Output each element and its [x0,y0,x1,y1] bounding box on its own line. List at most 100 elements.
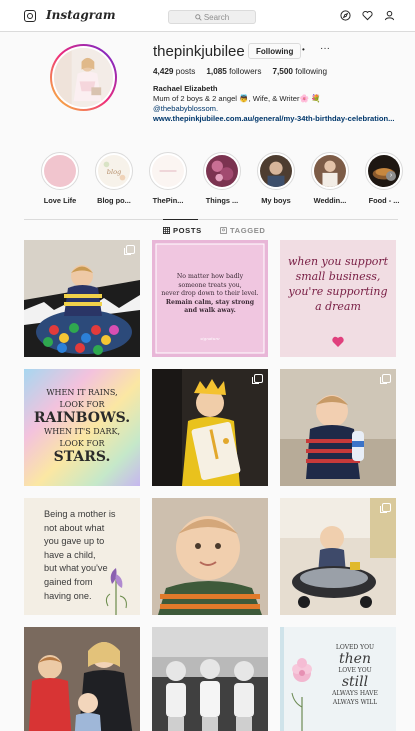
highlight-ring: blog [95,152,133,190]
highlight-blog-posts[interactable]: blog Blog po... [90,152,138,205]
instagram-logo[interactable]: Instagram [46,8,116,22]
post-tile[interactable]: WHEN IT RAINS, LOOK FOR RAINBOWS. WHEN I… [24,369,140,486]
highlight-things[interactable]: Things ... [198,152,246,205]
post-photo-three-kids [152,627,268,731]
quote-line: Being a mother is [44,509,116,519]
quote-line: someone treats you, [178,281,242,289]
highlight-love-life[interactable]: Love Life [36,152,84,205]
quote-line: you're supporting [288,285,388,298]
highlight-cover [206,155,238,187]
post-tile[interactable]: signature No matter how badly someone tr… [152,240,268,357]
post-tile[interactable] [280,498,396,615]
quote-line: you gave up to [44,536,105,547]
posts-label: posts [175,67,196,76]
quote-line: still [341,674,369,690]
highlight-label: Things ... [205,196,239,205]
post-tile[interactable] [280,369,396,486]
quote-line: when you support [287,255,389,268]
post-tile[interactable] [152,369,268,486]
following-count: 7,500 [272,67,293,76]
quote-line: but what you've [44,563,108,574]
highlight-cover: blog [98,155,130,187]
highlight-ring [311,152,349,190]
highlight-ring [41,152,79,190]
quote-line: have a child, [44,549,96,560]
post-tile[interactable] [152,627,268,731]
followers-stat[interactable]: 1,085 followers [206,67,261,76]
highlight-label: Weddin... [313,196,347,205]
quote-line: STARS. [53,449,111,465]
highlight-cover [260,155,292,187]
profile-full-name: Rachael Elizabeth [153,84,218,93]
profile-avatar-ring[interactable] [50,44,117,111]
quote-line: WHEN IT'S DARK, [43,427,121,436]
quote-line: ALWAYS WILL [332,699,378,706]
highlight-cover [152,155,184,187]
heart-icon[interactable] [362,10,373,21]
profile-bio: Rachael Elizabeth Mum of 2 boys & 2 ange… [153,84,398,124]
post-tile[interactable] [24,240,140,357]
multiple-photos-icon [124,245,135,255]
quote-line: No matter how badly [176,273,244,280]
tab-tagged[interactable]: TAGGED [220,226,266,235]
post-quote-text: when you support small business, you're … [280,254,396,314]
post-tile[interactable] [152,498,268,615]
tabs-divider [24,219,398,220]
post-tile[interactable]: Being a mother is not about what you gav… [24,498,140,615]
tag-icon [220,227,227,234]
active-tab-indicator [163,219,198,220]
multiple-photos-icon [252,374,263,384]
search-placeholder: Search [203,12,230,22]
profile-avatar-frame [52,46,115,109]
dropdown-dot-button[interactable]: • [302,45,305,54]
multiple-photos-icon [380,374,391,384]
highlight-label: Food - ... [368,196,400,205]
search-input[interactable]: Search [168,10,256,24]
quote-line: never drop down to their level. [161,290,259,298]
posts-count: 4,429 [153,67,174,76]
highlight-ring [257,152,295,190]
quote-line: a dream [315,300,361,313]
post-quote-text: WHEN IT RAINS, LOOK FOR RAINBOWS. WHEN I… [24,387,140,465]
avatar-photo [54,48,113,107]
following-stat[interactable]: 7,500 following [272,67,327,76]
bio-website-link[interactable]: www.thepinkjubilee.com.au/general/my-34t… [153,114,398,124]
followers-count: 1,085 [206,67,227,76]
more-options-button[interactable]: ··· [320,43,330,54]
post-quote-text: LOVED YOU then LOVE YOU still ALWAYS HAV… [320,643,390,707]
post-tile[interactable]: LOVED YOU then LOVE YOU still ALWAYS HAV… [280,627,396,731]
quote-line: ALWAYS HAVE [332,690,378,697]
highlight-food[interactable]: Food - ... [360,152,408,205]
post-tile[interactable] [24,627,140,731]
quote-line: WHEN IT RAINS, [46,388,118,397]
highlight-cover [44,155,76,187]
compass-icon[interactable] [340,10,351,21]
instagram-camera-icon[interactable] [24,10,36,22]
highlight-ring [365,152,403,190]
quote-line: gained from [44,576,93,587]
bio-mention-link[interactable]: @thebabyblossom. [153,104,398,114]
post-photo-baby-walker [280,498,396,615]
quote-line: RAINBOWS. [33,410,131,426]
post-photo-baby-closeup [152,498,268,615]
highlight-label: My boys [261,196,291,205]
posts-stat: 4,429 posts [153,67,195,76]
person-icon[interactable] [384,10,395,21]
tab-posts[interactable]: POSTS [163,226,202,235]
quote-line: and walk away. [184,307,236,315]
highlight-my-boys[interactable]: My boys [252,152,300,205]
highlight-wedding[interactable]: Weddin... [306,152,354,205]
post-tile[interactable]: when you support small business, you're … [280,240,396,357]
search-icon [195,13,202,21]
highlight-thepinkjubilee[interactable]: ThePin... [144,152,192,205]
svg-text:blog: blog [107,168,122,176]
highlights-next-arrow-icon[interactable]: › [386,171,396,181]
avatar [54,48,113,107]
quote-line: Remain calm, stay strong [165,298,255,306]
post-photo-baby [280,369,396,486]
highlight-ring [203,152,241,190]
multiple-photos-icon [380,503,391,513]
following-button[interactable]: Following [248,43,302,59]
post-quote-text: Being a mother is not about what you gav… [44,508,116,603]
post-photo-ball-pit [24,240,140,357]
